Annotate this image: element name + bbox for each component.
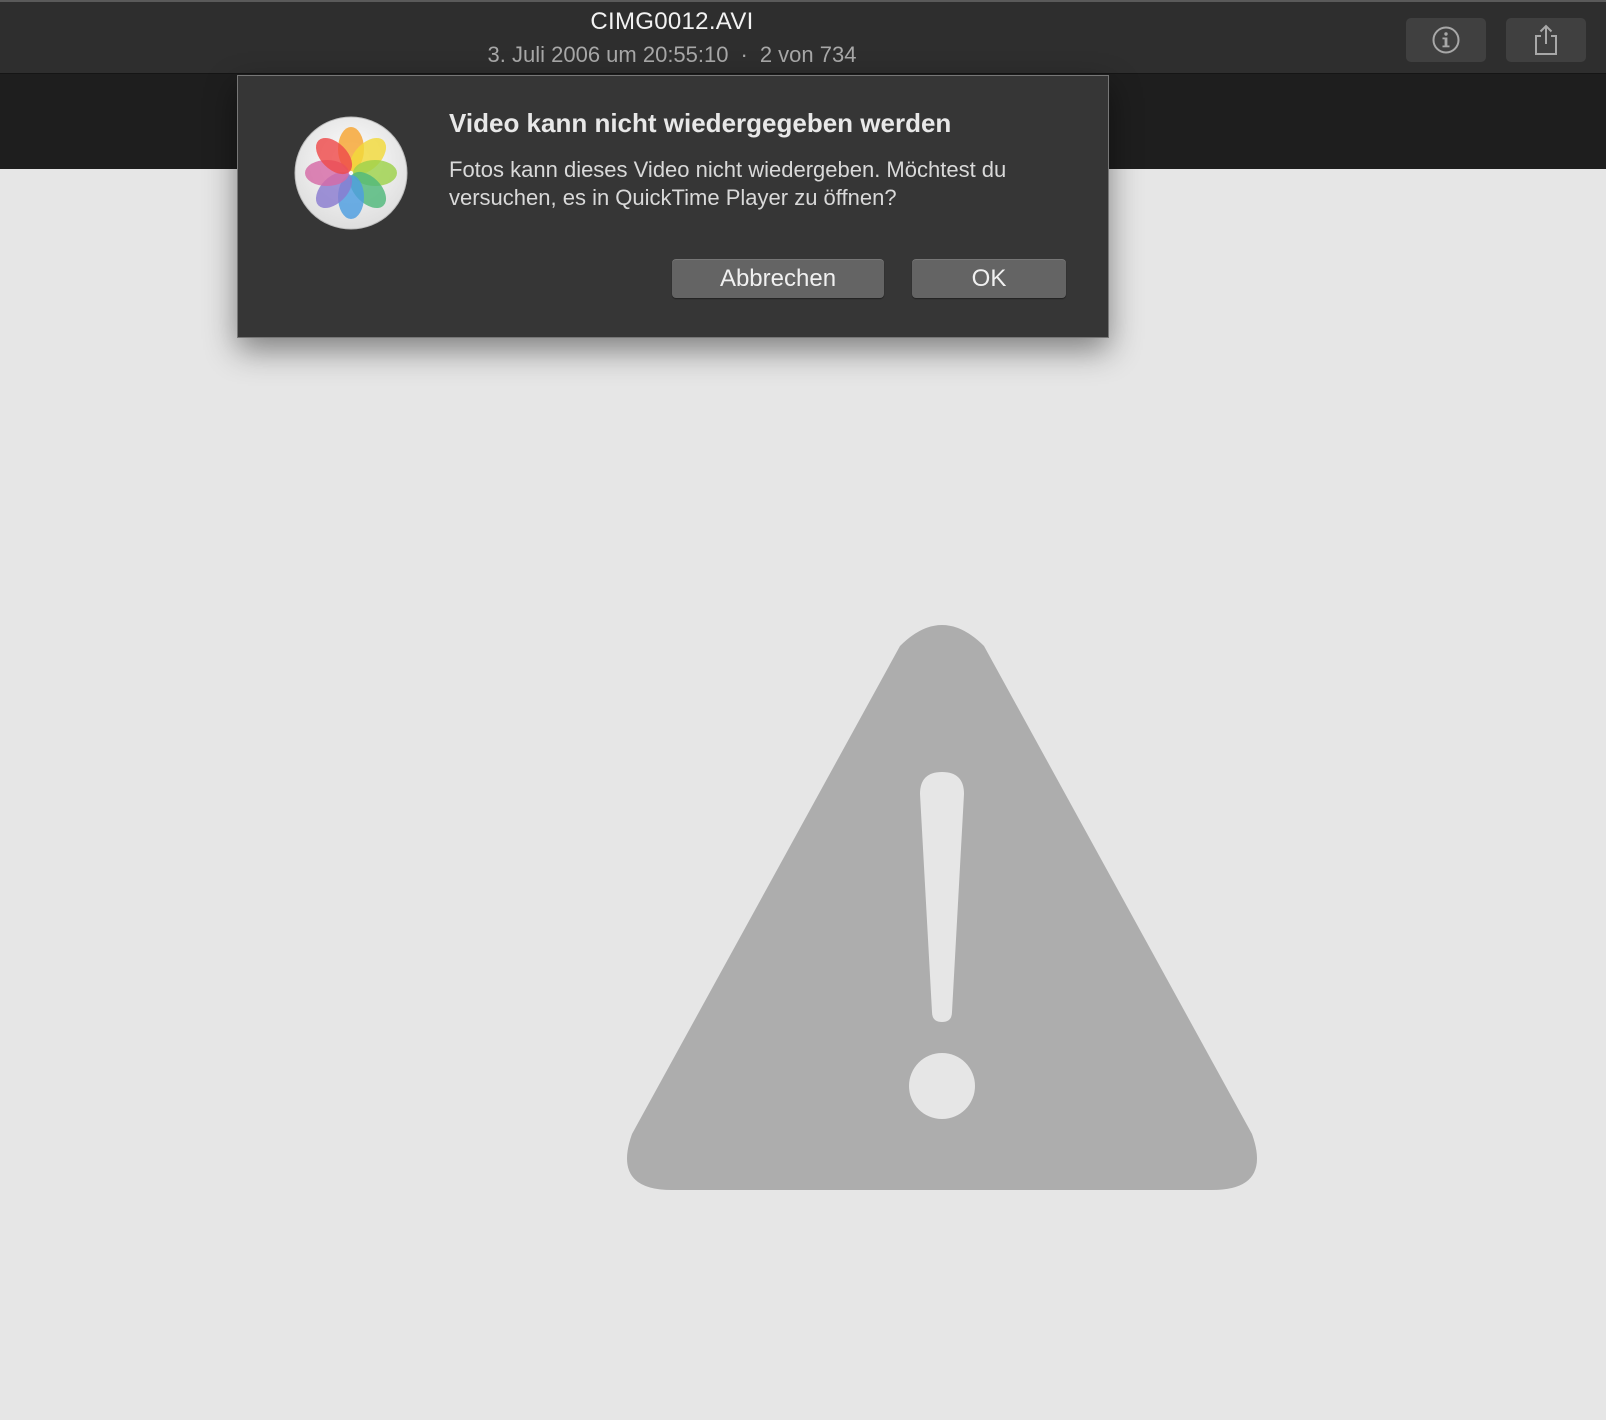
title-block: CIMG0012.AVI 3. Juli 2006 um 20:55:10 · 2 … xyxy=(488,6,857,70)
capture-date: 3. Juli 2006 um 20:55:10 xyxy=(487,42,729,67)
cancel-button[interactable]: Abbrechen xyxy=(672,259,884,298)
subtitle: 3. Juli 2006 um 20:55:10 · 2 von 734 xyxy=(488,40,857,70)
dialog-message: Fotos kann dieses Video nicht wiedergebe… xyxy=(449,157,1007,210)
share-icon xyxy=(1535,24,1557,55)
share-button[interactable] xyxy=(1506,18,1586,62)
alert-dialog: Video kann nicht wiedergegeben werden Fo… xyxy=(237,75,1109,338)
separator: · xyxy=(740,42,748,67)
warning-triangle-icon xyxy=(627,625,1257,1190)
title-bar: CIMG0012.AVI 3. Juli 2006 um 20:55:10 · 2 … xyxy=(0,0,1606,74)
file-name: CIMG0012.AVI xyxy=(590,8,754,35)
info-button[interactable] xyxy=(1406,18,1486,62)
item-position: 2 von 734 xyxy=(759,42,857,67)
dialog-title: Video kann nicht wiedergegeben werden xyxy=(449,108,952,138)
photos-app-icon xyxy=(294,116,408,230)
ok-button[interactable]: OK xyxy=(912,259,1066,298)
info-icon xyxy=(1432,26,1460,54)
